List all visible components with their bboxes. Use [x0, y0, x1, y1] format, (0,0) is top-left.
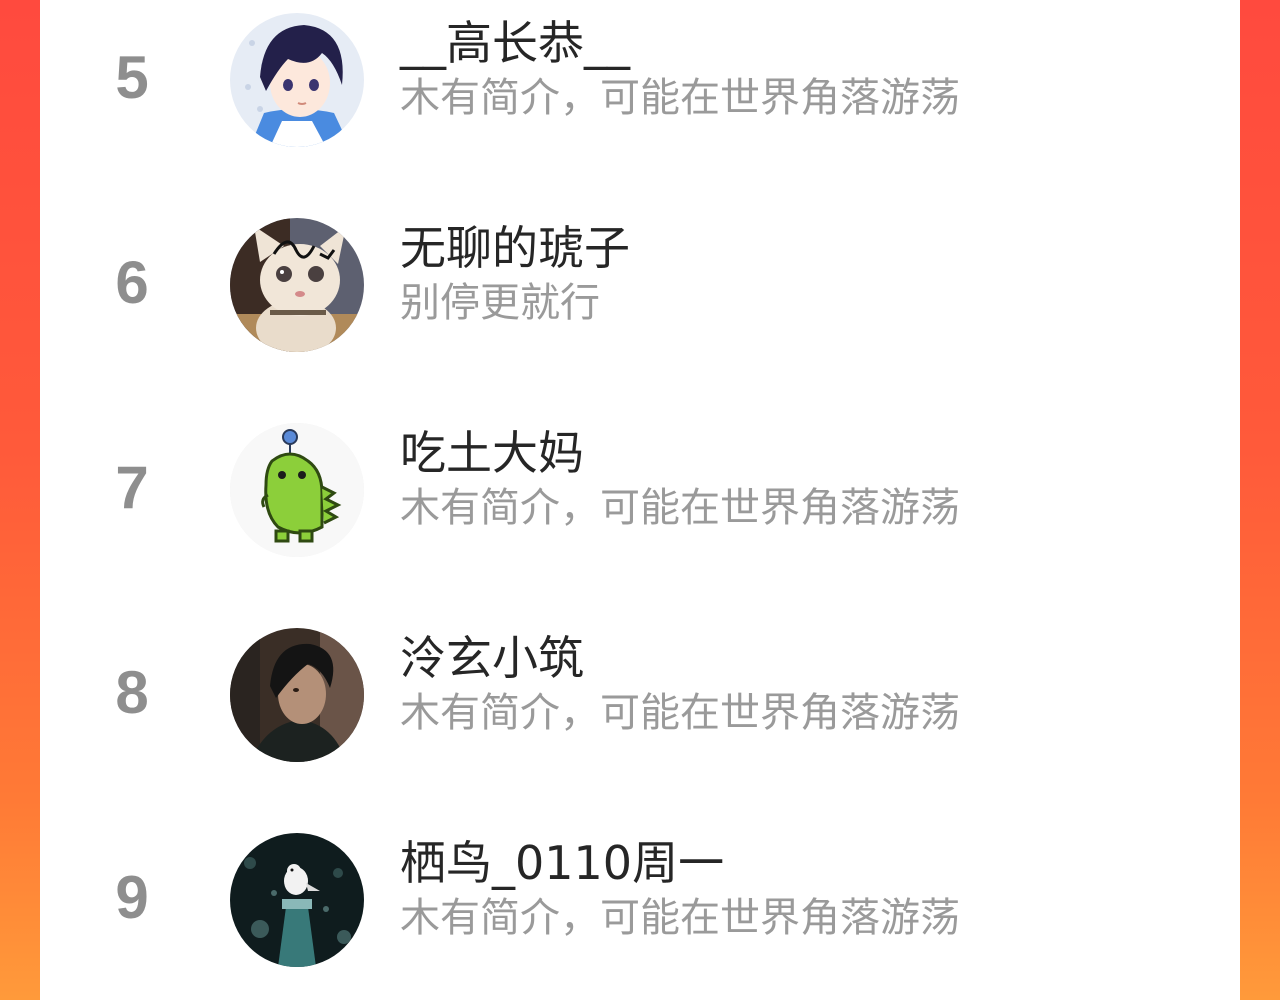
cat-avatar-icon[interactable] [230, 218, 364, 352]
anime-boy-avatar-icon[interactable] [230, 13, 364, 147]
rank-number: 7 [115, 454, 149, 521]
user-name[interactable]: 栖鸟_0110周一 [400, 835, 724, 891]
user-name[interactable]: 无聊的琥子 [400, 220, 630, 276]
ranking-row[interactable]: 9 栖鸟_0110周一 木有简介，可能在世界角落游荡 [40, 825, 1240, 975]
green-dinosaur-avatar-icon[interactable] [230, 423, 364, 557]
rank-number: 5 [115, 44, 149, 111]
rank-number: 9 [115, 864, 149, 931]
ranking-row[interactable]: 8 泠玄小筑 木有简介，可能在世界角落游荡 [40, 620, 1240, 770]
dark-portrait-avatar-icon[interactable] [230, 628, 364, 762]
user-name[interactable]: __高长恭__ [400, 15, 630, 71]
ranking-row[interactable]: 7 吃土大妈 木有简介，可能在世界角落游荡 [40, 415, 1240, 565]
bird-lantern-avatar-icon[interactable] [230, 833, 364, 967]
user-name[interactable]: 吃土大妈 [400, 425, 584, 481]
ranking-row[interactable]: 5 __高长恭__ 木有简介，可能在世界角落游荡 [40, 5, 1240, 155]
user-bio: 木有简介，可能在世界角落游荡 [400, 75, 960, 121]
rank-number: 6 [115, 249, 149, 316]
user-bio: 木有简介，可能在世界角落游荡 [400, 895, 960, 941]
user-bio: 木有简介，可能在世界角落游荡 [400, 690, 960, 736]
user-name[interactable]: 泠玄小筑 [400, 630, 584, 686]
user-bio: 木有简介，可能在世界角落游荡 [400, 485, 960, 531]
user-bio: 别停更就行 [400, 280, 600, 326]
ranking-panel: 5 __高长恭__ 木有简介，可能在世界角落游荡 6 无聊的琥子 别停更就行 7… [40, 0, 1240, 1000]
rank-number: 8 [115, 659, 149, 726]
ranking-row[interactable]: 6 无聊的琥子 别停更就行 [40, 210, 1240, 360]
